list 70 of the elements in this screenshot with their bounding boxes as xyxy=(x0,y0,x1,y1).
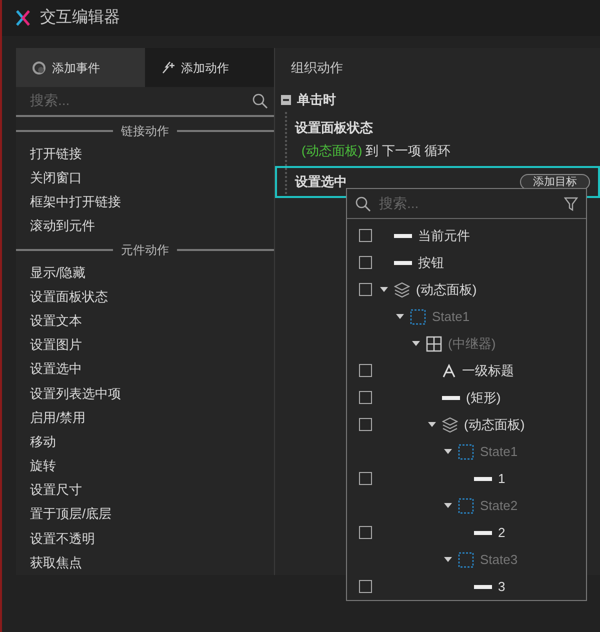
action-list-item[interactable]: 设置文本 xyxy=(16,308,274,334)
filter-icon[interactable] xyxy=(564,196,578,210)
target-name[interactable]: (动态面板) xyxy=(302,142,362,158)
search-icon xyxy=(252,92,268,109)
tree-item-label[interactable]: 当前元件 xyxy=(418,226,470,246)
layers-icon xyxy=(394,282,410,298)
tab[interactable]: 添加事件 xyxy=(16,48,145,88)
action-list-item[interactable]: 设置尺寸 xyxy=(16,478,274,502)
tree-item-label[interactable]: 按钮 xyxy=(418,253,444,272)
tree-item-label[interactable]: 1 xyxy=(498,469,506,488)
panel-title: 组织动作 xyxy=(291,59,343,78)
action-detail: 到 下一项 循环 xyxy=(365,142,451,158)
action-list-item[interactable]: 旋转 xyxy=(16,454,274,478)
caret-icon[interactable] xyxy=(444,449,452,454)
action-row[interactable]: 设置面板状态 (动态面板) 到 下一项 循环 xyxy=(275,112,600,166)
tree-item-label[interactable]: 3 xyxy=(498,577,506,596)
caret-icon[interactable] xyxy=(412,341,420,346)
action-list-item[interactable]: 设置图片 xyxy=(16,333,274,358)
action-name: 设置面板状态 xyxy=(295,119,373,137)
action-name: 设置选中 xyxy=(295,173,347,192)
checkbox[interactable] xyxy=(359,526,372,540)
layers-icon xyxy=(442,416,458,433)
action-list-item[interactable]: 设置列表选中项 xyxy=(16,382,274,406)
section-heading: 链接动作 xyxy=(121,122,169,140)
tree-item-label[interactable]: (动态面板) xyxy=(464,415,525,434)
search-icon xyxy=(355,196,371,212)
action-list-item[interactable]: 置于顶层/底层 xyxy=(16,502,274,527)
tab[interactable]: 添加动作 xyxy=(145,48,274,88)
checkbox[interactable] xyxy=(359,229,372,242)
search-field[interactable]: 搜索... xyxy=(28,89,252,112)
action-list-item[interactable]: 设置面板状态 xyxy=(16,284,274,309)
checkbox[interactable] xyxy=(359,418,372,432)
grid-icon xyxy=(426,336,442,352)
window-title: 交互编辑器 xyxy=(40,8,120,28)
checkbox[interactable] xyxy=(359,580,372,594)
logo-icon xyxy=(16,10,30,26)
caret-icon[interactable] xyxy=(428,422,436,428)
collapse-icon[interactable] xyxy=(281,95,291,105)
dashed-square-icon xyxy=(458,552,474,568)
tree-item-label[interactable]: 一级标题 xyxy=(462,361,514,380)
text-icon xyxy=(442,364,456,378)
checkbox[interactable] xyxy=(359,256,372,270)
checkbox[interactable] xyxy=(359,283,372,296)
action-list-item[interactable]: 框架中打开链接 xyxy=(16,190,274,214)
lightning-plus-icon xyxy=(161,60,175,75)
section-heading: 元件动作 xyxy=(121,242,169,259)
action-list-item[interactable]: 移动 xyxy=(16,430,274,454)
tree-item-label[interactable]: 2 xyxy=(498,523,506,542)
caret-icon[interactable] xyxy=(444,557,452,562)
action-list-item[interactable]: 设置选中 xyxy=(16,357,274,382)
dashed-square-icon xyxy=(410,308,426,325)
checkbox[interactable] xyxy=(359,472,372,486)
action-list-item[interactable]: 显示/隐藏 xyxy=(16,260,274,285)
caret-icon[interactable] xyxy=(380,287,388,292)
checkbox[interactable] xyxy=(359,364,372,378)
caret-icon[interactable] xyxy=(444,503,452,508)
action-list-item[interactable]: 关闭窗口 xyxy=(16,166,274,190)
action-list-item[interactable]: 获取焦点 xyxy=(16,550,274,575)
event-label: 单击时 xyxy=(297,91,336,110)
cursor-icon xyxy=(32,60,46,75)
dashed-square-icon xyxy=(458,498,474,514)
action-list-item[interactable]: 启用/禁用 xyxy=(16,406,274,430)
checkbox[interactable] xyxy=(359,391,372,404)
action-list-item[interactable]: 设置不透明 xyxy=(16,526,274,551)
tree-item-label[interactable]: (矩形) xyxy=(466,388,501,408)
action-list-item[interactable]: 打开链接 xyxy=(16,142,274,166)
action-list-item[interactable]: 滚动到元件 xyxy=(16,214,274,239)
caret-icon[interactable] xyxy=(396,314,404,320)
dashed-square-icon xyxy=(458,444,474,460)
tree-item-label[interactable]: (动态面板) xyxy=(416,280,477,300)
